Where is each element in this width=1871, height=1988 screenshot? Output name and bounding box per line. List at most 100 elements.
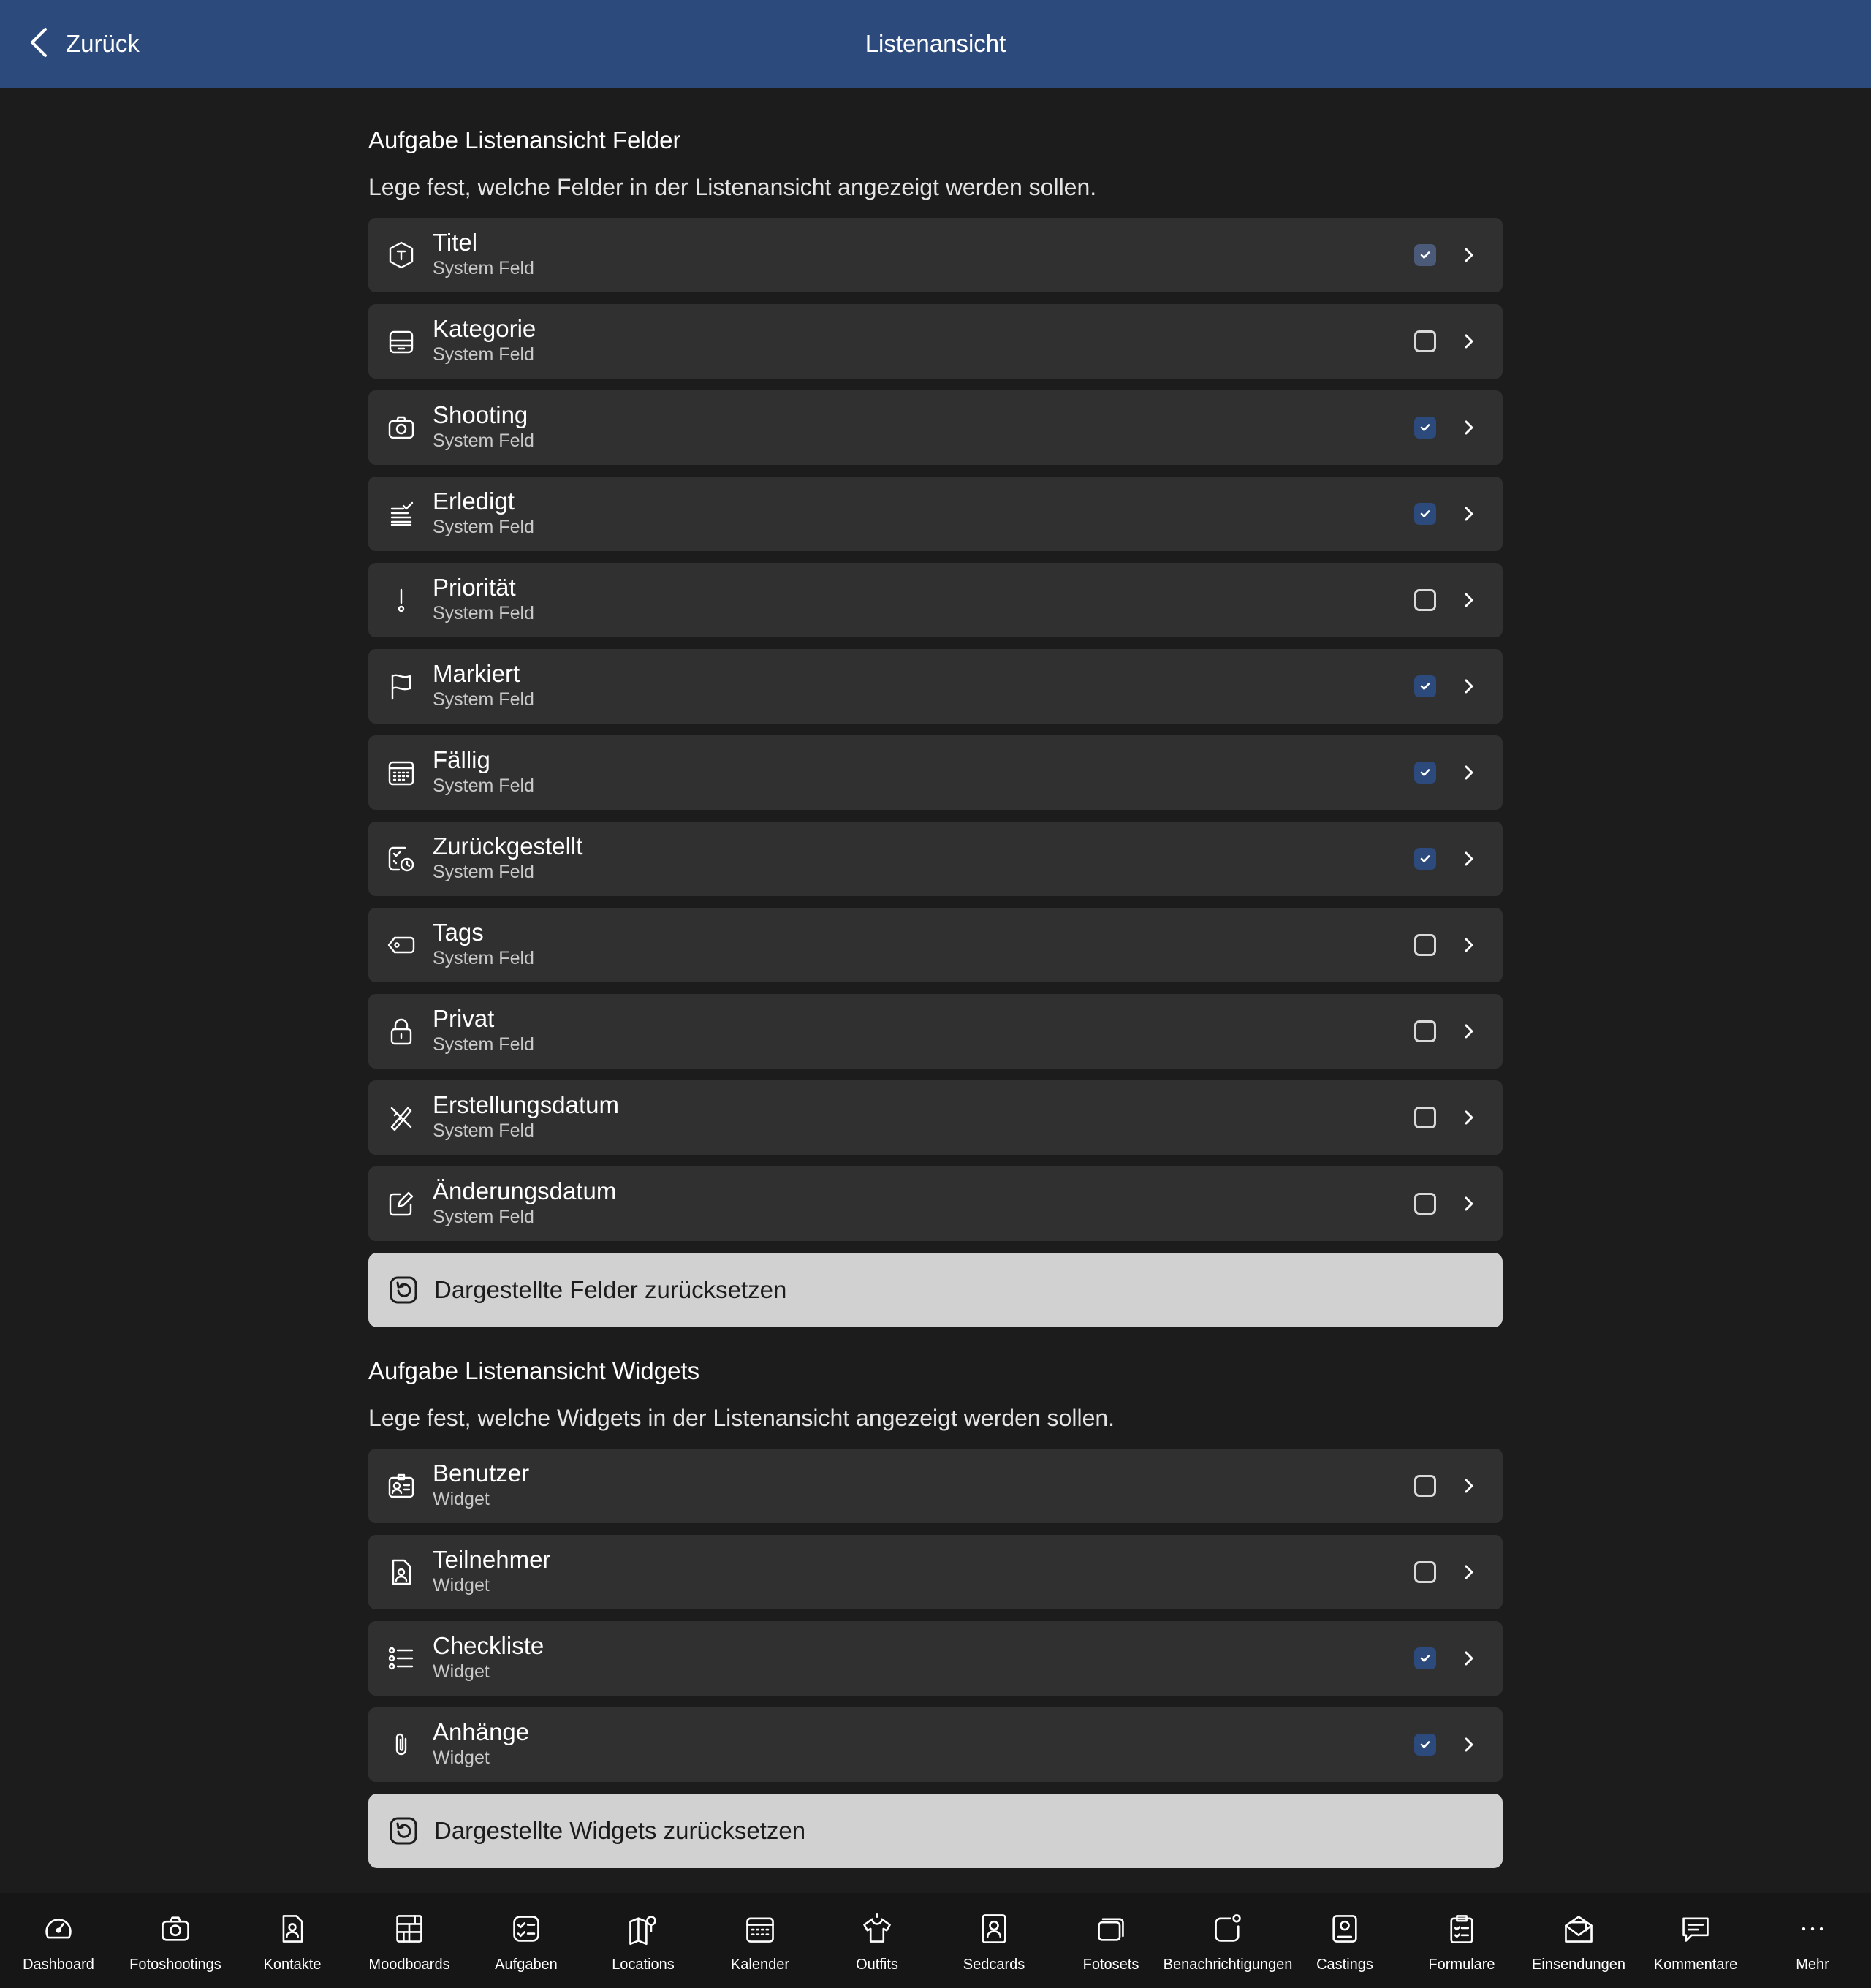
chevron-right-icon [1459, 674, 1479, 699]
photo-stack-icon [1094, 1912, 1128, 1949]
unchecked-checkbox[interactable] [1414, 1020, 1436, 1042]
list-row-8[interactable]: Zurückgestellt System Feld [368, 822, 1503, 896]
checked-checkbox[interactable] [1414, 675, 1436, 697]
widgets-list: Benutzer Widget Teilnehmer Widget Checkliste… [368, 1449, 1503, 1782]
flag-icon [386, 671, 417, 702]
row-text: Privat System Feld [433, 1004, 534, 1055]
row-text: Tags System Feld [433, 918, 534, 969]
tab-mehr[interactable]: Mehr [1754, 1893, 1871, 1988]
tab-locations[interactable]: Locations [585, 1893, 702, 1988]
row-text: Anhänge Widget [433, 1718, 529, 1769]
shirt-icon [860, 1912, 894, 1949]
tab-label: Kommentare [1653, 1957, 1738, 1973]
chevron-right-icon [1459, 1646, 1479, 1671]
row-title: Tags [433, 919, 484, 946]
row-subtitle: System Feld [433, 1207, 534, 1227]
tab-formulare[interactable]: Formulare [1403, 1893, 1520, 1988]
tab-einsendungen[interactable]: Einsendungen [1520, 1893, 1637, 1988]
row-subtitle: Widget [433, 1748, 490, 1768]
row-subtitle: System Feld [433, 862, 534, 882]
comment-icon [1679, 1912, 1712, 1949]
list-row-12[interactable]: Änderungsdatum System Feld [368, 1166, 1503, 1241]
checked-checkbox[interactable] [1414, 1734, 1436, 1756]
unchecked-checkbox[interactable] [1414, 1107, 1436, 1128]
checked-checkbox[interactable] [1414, 503, 1436, 525]
tab-outfits[interactable]: Outfits [819, 1893, 936, 1988]
checked-checkbox [1414, 244, 1436, 266]
fields-list: Titel System Feld Kategorie System Feld Shoo… [368, 218, 1503, 1241]
tab-kommentare[interactable]: Kommentare [1637, 1893, 1754, 1988]
list-row-5[interactable]: Priorität System Feld [368, 563, 1503, 637]
row-title: Fällig [433, 746, 490, 773]
tab-sedcards[interactable]: Sedcards [936, 1893, 1052, 1988]
checked-checkbox[interactable] [1414, 762, 1436, 784]
list-row-1[interactable]: Titel System Feld [368, 218, 1503, 292]
sedcard-icon [977, 1912, 1011, 1949]
unchecked-checkbox[interactable] [1414, 1561, 1436, 1583]
tab-fotosets[interactable]: Fotosets [1052, 1893, 1169, 1988]
row-text: Erledigt System Feld [433, 487, 534, 538]
list-row-3[interactable]: Checkliste Widget [368, 1621, 1503, 1696]
list-row-4[interactable]: Anhänge Widget [368, 1707, 1503, 1782]
chevron-right-icon [1459, 1019, 1479, 1044]
row-text: Priorität System Feld [433, 573, 534, 624]
chevron-right-icon [1459, 1191, 1479, 1216]
row-subtitle: System Feld [433, 1034, 534, 1055]
chevron-right-icon [1459, 415, 1479, 440]
list-row-2[interactable]: Teilnehmer Widget [368, 1535, 1503, 1609]
tab-benachrichtigungen[interactable]: Benachrichtigungen [1164, 1893, 1292, 1988]
exclamation-icon [386, 585, 417, 615]
fields-section-title: Aufgabe Listenansicht Felder [368, 126, 681, 153]
unchecked-checkbox[interactable] [1414, 1475, 1436, 1497]
tab-kontakte[interactable]: Kontakte [234, 1893, 351, 1988]
tab-label: Einsendungen [1532, 1957, 1625, 1973]
category-tray-icon [386, 326, 417, 357]
contact-icon [276, 1912, 309, 1949]
row-title: Benutzer [433, 1460, 530, 1487]
tab-aufgaben[interactable]: Aufgaben [468, 1893, 585, 1988]
unchecked-checkbox[interactable] [1414, 330, 1436, 352]
list-row-3[interactable]: Shooting System Feld [368, 390, 1503, 465]
tab-dashboard[interactable]: Dashboard [0, 1893, 117, 1988]
tab-label: Benachrichtigungen [1163, 1957, 1293, 1973]
row-text: Markiert System Feld [433, 659, 534, 710]
row-title: Erledigt [433, 487, 515, 515]
tab-moodboards[interactable]: Moodboards [351, 1893, 468, 1988]
tab-label: Aufgaben [495, 1957, 558, 1973]
more-dots-icon [1796, 1912, 1829, 1949]
calendar-icon [743, 1912, 777, 1949]
row-subtitle: System Feld [433, 344, 534, 365]
tab-label: Kontakte [263, 1957, 322, 1973]
unchecked-checkbox[interactable] [1414, 934, 1436, 956]
row-text: Zurückgestellt System Feld [433, 832, 582, 883]
checked-checkbox[interactable] [1414, 848, 1436, 870]
fields-section-description: Lege fest, welche Felder in der Listenan… [368, 174, 1097, 200]
list-row-1[interactable]: Benutzer Widget [368, 1449, 1503, 1523]
unchecked-checkbox[interactable] [1414, 1193, 1436, 1215]
checked-checkbox[interactable] [1414, 1647, 1436, 1669]
tab-fotoshootings[interactable]: Fotoshootings [117, 1893, 234, 1988]
reset-widgets-button[interactable]: Dargestellte Widgets zurücksetzen [368, 1794, 1503, 1868]
tab-castings[interactable]: Castings [1286, 1893, 1403, 1988]
clipboard-icon [1445, 1912, 1479, 1949]
list-row-4[interactable]: Erledigt System Feld [368, 477, 1503, 551]
row-title: Priorität [433, 574, 516, 601]
tab-kalender[interactable]: Kalender [702, 1893, 819, 1988]
list-row-6[interactable]: Markiert System Feld [368, 649, 1503, 724]
unchecked-checkbox[interactable] [1414, 589, 1436, 611]
chevron-right-icon [1459, 1473, 1479, 1498]
reset-fields-label: Dargestellte Felder zurücksetzen [434, 1276, 787, 1303]
tab-label: Dashboard [23, 1957, 94, 1973]
done-stack-icon [386, 498, 417, 529]
chevron-right-icon [1459, 1732, 1479, 1757]
checked-checkbox[interactable] [1414, 417, 1436, 439]
list-row-9[interactable]: Tags System Feld [368, 908, 1503, 982]
camera-icon [159, 1912, 192, 1949]
list-row-7[interactable]: Fällig System Feld [368, 735, 1503, 810]
settings-content: Aufgabe Listenansicht Felder Lege fest, … [368, 88, 1503, 1868]
list-row-2[interactable]: Kategorie System Feld [368, 304, 1503, 379]
row-title: Anhänge [433, 1718, 530, 1745]
list-row-11[interactable]: Erstellungsdatum System Feld [368, 1080, 1503, 1155]
reset-fields-button[interactable]: Dargestellte Felder zurücksetzen [368, 1253, 1503, 1327]
list-row-10[interactable]: Privat System Feld [368, 994, 1503, 1069]
